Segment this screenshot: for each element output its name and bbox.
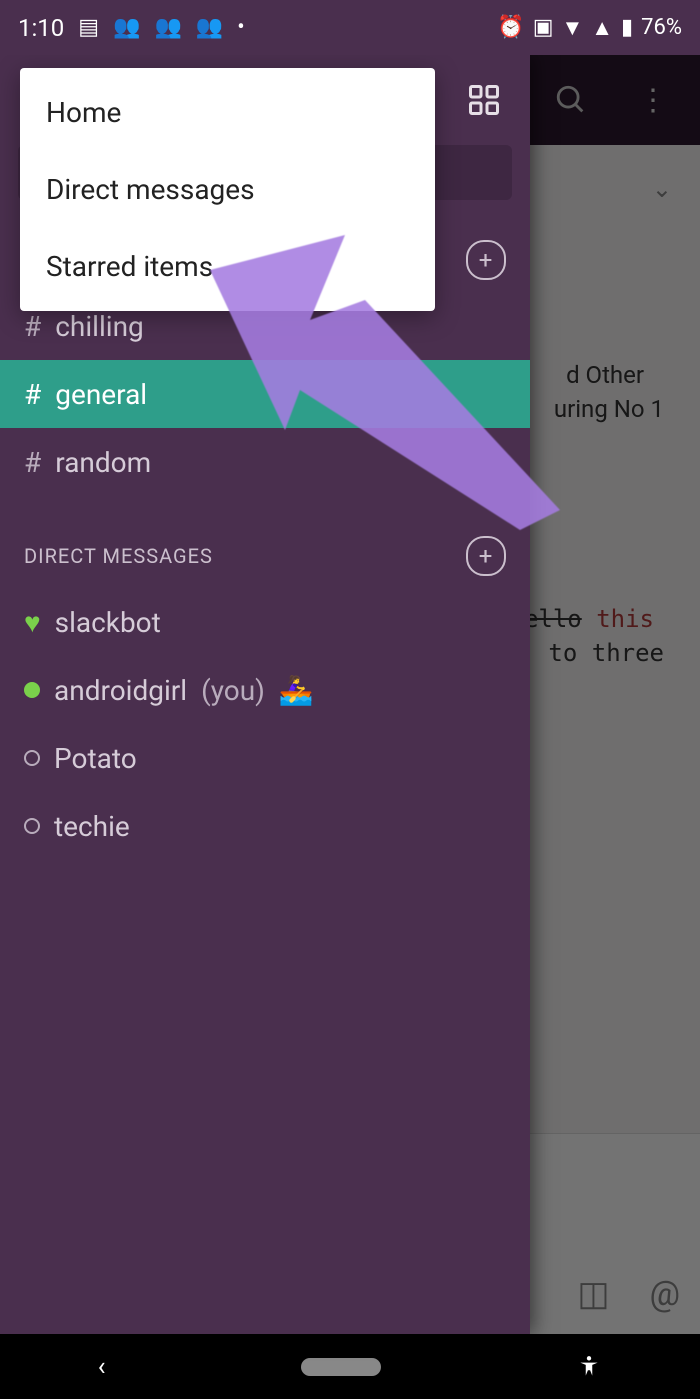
- hash-icon: #: [24, 310, 41, 343]
- dm-androidgirl[interactable]: androidgirl (you) 🚣‍♀️: [0, 656, 530, 724]
- accessibility-icon[interactable]: [576, 1354, 602, 1380]
- android-nav-bar: ‹: [0, 1334, 700, 1399]
- battery-percent: 76%: [641, 15, 682, 40]
- rowing-emoji-icon: 🚣‍♀️: [279, 674, 314, 707]
- status-bar: 1:10 ▤ 👥 👥 👥 • ⏰ ▣ ▼ ▲ ▮ 76%: [0, 0, 700, 55]
- dm-label: techie: [54, 810, 130, 843]
- signal-icon: ▲: [591, 15, 613, 41]
- channel-label: general: [55, 378, 147, 411]
- home-pill[interactable]: [301, 1358, 381, 1376]
- hash-icon: #: [24, 378, 41, 411]
- offline-icon: [24, 818, 40, 834]
- hash-icon: #: [24, 446, 41, 479]
- back-icon[interactable]: ‹: [98, 1352, 106, 1382]
- add-dm-icon[interactable]: +: [466, 536, 506, 576]
- dm-potato[interactable]: Potato: [0, 724, 530, 792]
- popup-item-direct-messages[interactable]: Direct messages: [20, 151, 435, 228]
- dm-label: slackbot: [55, 606, 161, 639]
- jump-menu-popup: Home Direct messages Starred items: [20, 68, 435, 311]
- wifi-icon: ▼: [561, 15, 583, 41]
- more-dot-icon: •: [237, 17, 244, 39]
- offline-icon: [24, 750, 40, 766]
- dm-slackbot[interactable]: ♥ slackbot: [0, 588, 530, 656]
- battery-icon: ▮: [621, 15, 633, 40]
- dm-label: androidgirl: [54, 674, 187, 707]
- cast-icon: ▣: [533, 15, 554, 40]
- dm-label: Potato: [54, 742, 137, 775]
- grid-icon[interactable]: [466, 82, 502, 118]
- dm-header-label: DIRECT MESSAGES: [24, 544, 213, 568]
- channel-label: random: [55, 446, 151, 479]
- discord-icon: 👥: [113, 17, 140, 39]
- discord-icon: 👥: [154, 17, 181, 39]
- you-label: (you): [201, 674, 265, 707]
- clock: 1:10: [18, 14, 64, 42]
- dm-techie[interactable]: techie: [0, 792, 530, 860]
- heart-icon: ♥: [24, 606, 41, 639]
- discord-icon: 👥: [196, 17, 223, 39]
- popup-item-starred-items[interactable]: Starred items: [20, 228, 435, 305]
- notification-icon: ▤: [78, 17, 99, 39]
- add-channel-icon[interactable]: +: [466, 240, 506, 280]
- popup-item-home[interactable]: Home: [20, 74, 435, 151]
- channel-general[interactable]: # general: [0, 360, 530, 428]
- alarm-icon: ⏰: [497, 15, 524, 40]
- online-icon: [24, 682, 40, 698]
- dm-header[interactable]: DIRECT MESSAGES +: [0, 524, 530, 588]
- channel-random[interactable]: # random: [0, 428, 530, 496]
- channel-label: chilling: [55, 310, 144, 343]
